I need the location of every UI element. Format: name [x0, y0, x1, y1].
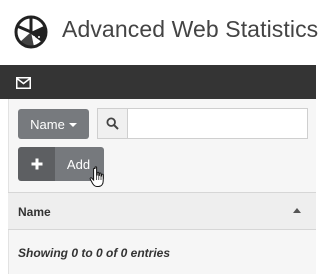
logo-icon — [14, 15, 48, 49]
filter-field-dropdown[interactable]: Name — [18, 109, 89, 139]
add-icon-box — [18, 147, 55, 181]
hand-cursor-icon — [89, 166, 104, 187]
table-info: Showing 0 to 0 of 0 entries — [18, 246, 171, 260]
sort-ascending-icon[interactable] — [293, 208, 301, 213]
caret-down-icon — [68, 122, 77, 127]
search-input[interactable] — [127, 108, 308, 139]
table-header: Name — [8, 192, 316, 230]
app-title: Advanced Web Statistics — [62, 16, 319, 42]
mail-icon[interactable] — [16, 77, 31, 89]
filter-field-label: Name — [30, 116, 65, 132]
top-nav-bar — [0, 65, 316, 99]
app-header: Advanced Web Statistics — [0, 0, 319, 64]
search-addon — [97, 108, 127, 139]
plus-icon — [31, 158, 42, 170]
column-header-name[interactable]: Name — [18, 205, 51, 219]
search-icon — [106, 117, 119, 130]
